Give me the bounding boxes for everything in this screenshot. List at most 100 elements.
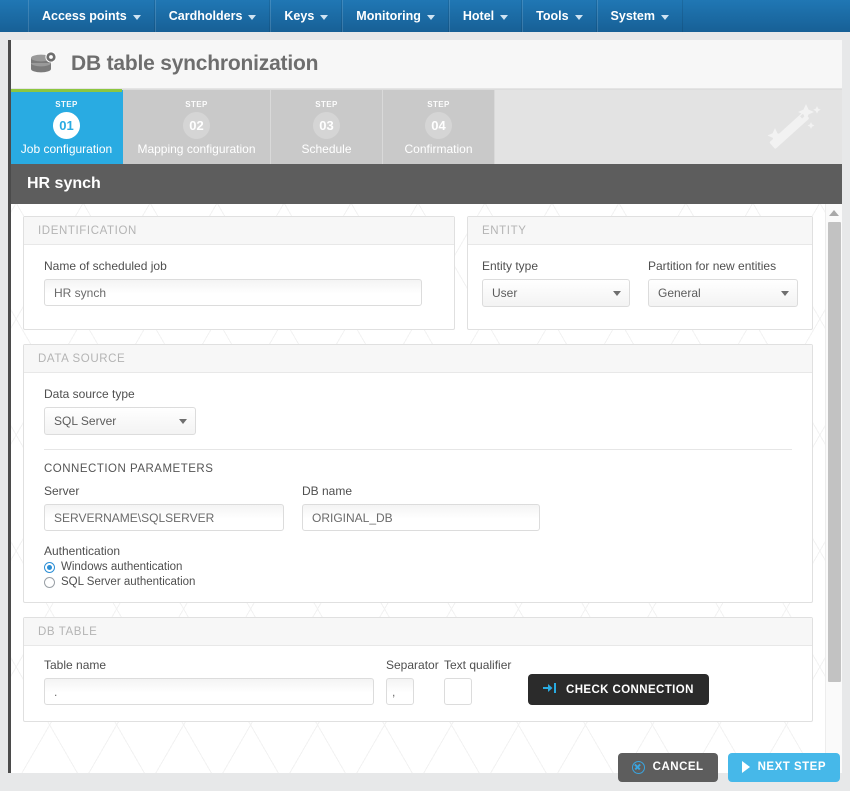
wizard-step-04[interactable]: STEP 04 Confirmation [383, 90, 495, 164]
menu-item-hotel[interactable]: Hotel [448, 0, 523, 32]
data-source-type-select[interactable]: SQL Server [44, 407, 196, 435]
menu-item-keys[interactable]: Keys [270, 0, 343, 32]
vertical-scrollbar[interactable] [825, 204, 842, 773]
step-number: 01 [53, 112, 80, 139]
cancel-label: CANCEL [652, 761, 704, 773]
chevron-down-icon [132, 14, 141, 20]
chevron-down-icon [179, 419, 187, 424]
chevron-down-icon [500, 14, 509, 20]
page-frame: DB table synchronization STEP 01 Job con… [8, 40, 842, 773]
step-accent-bar [383, 89, 494, 92]
text-qualifier-label: Text qualifier [444, 658, 512, 672]
menu-item-tools[interactable]: Tools [522, 0, 597, 32]
step-accent-bar [271, 89, 382, 92]
entity-panel: ENTITY Entity type User Partition for ne… [467, 216, 813, 330]
data-source-type-label: Data source type [44, 387, 135, 401]
text-qualifier-input[interactable] [444, 678, 472, 705]
menu-item-access-points[interactable]: Access points [28, 0, 155, 32]
menu-item-label: Keys [284, 9, 315, 23]
section-title-bar: HR synch [11, 164, 842, 204]
menu-item-system[interactable]: System [596, 0, 684, 32]
main-menu-bar: Access points Cardholders Keys Monitorin… [0, 0, 850, 32]
radio-indicator [44, 576, 55, 588]
step-word: STEP [315, 100, 338, 109]
wizard-step-02[interactable]: STEP 02 Mapping configuration [123, 90, 271, 164]
menu-item-label: Hotel [462, 9, 495, 23]
wizard-step-03[interactable]: STEP 03 Schedule [271, 90, 383, 164]
top-panels-row: IDENTIFICATION Name of scheduled job ENT… [23, 216, 813, 344]
server-input[interactable] [44, 504, 284, 531]
check-connection-label: CHECK CONNECTION [566, 683, 694, 696]
step-number: 02 [183, 112, 210, 139]
wizard-steps: STEP 01 Job configuration STEP 02 Mappin… [11, 89, 842, 164]
step-number: 04 [425, 112, 452, 139]
menu-item-cardholders[interactable]: Cardholders [154, 0, 271, 32]
table-name-input[interactable] [44, 678, 374, 705]
entity-panel-title: ENTITY [468, 217, 812, 245]
divider [44, 449, 792, 450]
triangle-up-icon[interactable] [829, 210, 839, 216]
next-step-label: NEXT STEP [757, 761, 826, 773]
entity-type-value: User [492, 286, 518, 300]
server-label: Server [44, 484, 80, 498]
step-name: Confirmation [404, 142, 473, 156]
next-step-button[interactable]: NEXT STEP [727, 752, 840, 782]
scrollbar-thumb[interactable] [827, 222, 841, 683]
separator-input[interactable] [386, 678, 414, 705]
radio-label: Windows authentication [61, 561, 183, 573]
db-name-input[interactable] [302, 504, 540, 531]
chevron-right-icon [741, 761, 750, 773]
job-name-input[interactable] [44, 279, 422, 306]
magic-wand-icon [760, 102, 822, 156]
circle-x-icon [631, 760, 645, 774]
section-title: HR synch [27, 175, 101, 192]
entity-type-label: Entity type [482, 259, 539, 273]
db-name-label: DB name [302, 484, 353, 498]
scrollbar-track[interactable] [827, 220, 841, 759]
connection-parameters-title: CONNECTION PARAMETERS [44, 463, 214, 475]
identification-panel: IDENTIFICATION Name of scheduled job [23, 216, 455, 330]
footer-actions: CANCEL NEXT STEP [0, 743, 850, 791]
identification-panel-title: IDENTIFICATION [24, 217, 454, 245]
cancel-button[interactable]: CANCEL [617, 752, 718, 782]
partition-value: General [658, 286, 701, 300]
step-word: STEP [185, 100, 208, 109]
wizard-step-01[interactable]: STEP 01 Job configuration [11, 89, 123, 164]
check-connection-button[interactable]: CHECK CONNECTION [528, 674, 709, 705]
radio-windows-authentication[interactable]: Windows authentication [44, 561, 792, 573]
page-header: DB table synchronization [11, 40, 842, 89]
partition-label: Partition for new entities [648, 259, 777, 273]
step-number: 03 [313, 112, 340, 139]
menu-item-label: Access points [42, 9, 127, 23]
radio-sql-server-authentication[interactable]: SQL Server authentication [44, 576, 792, 588]
database-icon [29, 50, 59, 78]
db-table-panel-title: DB TABLE [24, 618, 812, 646]
chevron-down-icon [248, 14, 257, 20]
arrow-into-bar-icon [543, 682, 557, 697]
step-name: Job configuration [20, 142, 113, 156]
step-accent-bar [123, 89, 270, 92]
chevron-down-icon [781, 291, 789, 296]
db-table-panel: DB TABLE Table name Separator Text quali… [23, 617, 813, 722]
authentication-label: Authentication [44, 544, 121, 558]
radio-label: SQL Server authentication [61, 576, 196, 588]
table-name-label: Table name [44, 658, 107, 672]
step-name: Schedule [301, 142, 352, 156]
chevron-down-icon [574, 14, 583, 20]
form-scroll-area: IDENTIFICATION Name of scheduled job ENT… [11, 204, 825, 773]
menu-item-label: Monitoring [356, 9, 421, 23]
partition-select[interactable]: General [648, 279, 798, 307]
data-source-panel: DATA SOURCE Data source type SQL Server … [23, 344, 813, 603]
entity-type-select[interactable]: User [482, 279, 630, 307]
page-title: DB table synchronization [71, 52, 319, 75]
chevron-down-icon [613, 291, 621, 296]
separator-label: Separator [386, 658, 439, 672]
menu-item-monitoring[interactable]: Monitoring [342, 0, 449, 32]
form-body: IDENTIFICATION Name of scheduled job ENT… [11, 204, 842, 773]
chevron-down-icon [661, 14, 670, 20]
menu-item-label: Tools [536, 9, 569, 23]
data-source-panel-title: DATA SOURCE [24, 345, 812, 373]
job-name-label: Name of scheduled job [44, 259, 167, 273]
menu-item-label: Cardholders [168, 9, 243, 23]
step-accent-bar [11, 89, 122, 92]
